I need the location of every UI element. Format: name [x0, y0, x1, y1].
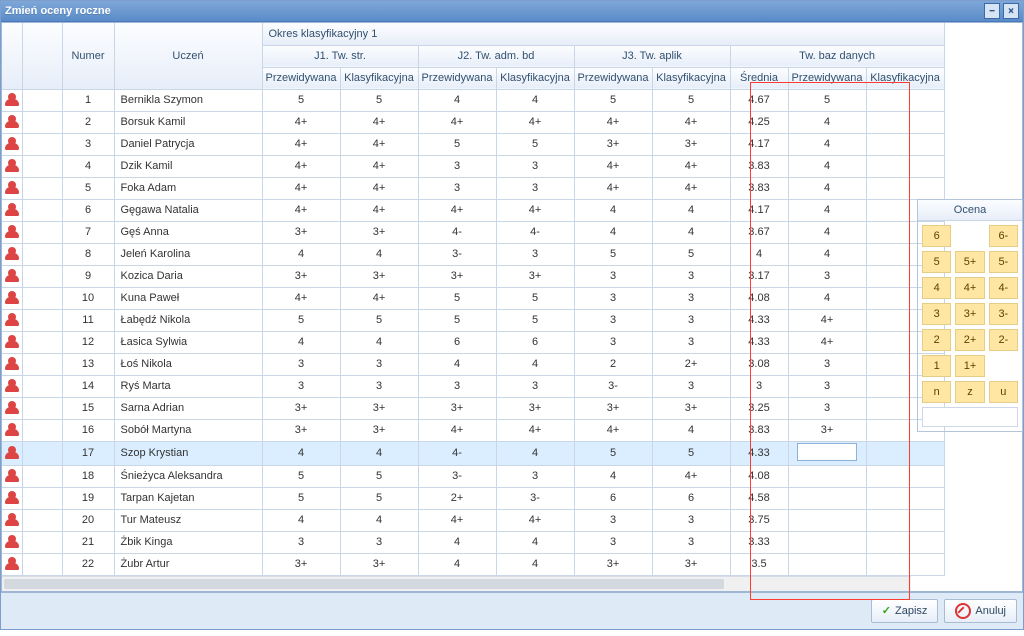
table-row[interactable]: 10Kuna Paweł4+4+55334.084: [2, 287, 944, 309]
student-icon: [5, 92, 19, 106]
student-icon: [5, 224, 19, 238]
cancel-label: Anuluj: [975, 605, 1006, 617]
grade-button[interactable]: 3: [922, 303, 951, 325]
table-row[interactable]: 20Tur Mateusz444+4+333.75: [2, 509, 944, 531]
student-icon: [5, 490, 19, 504]
grade-button[interactable]: 1+: [955, 355, 984, 377]
grade-button[interactable]: 2: [922, 329, 951, 351]
table-row[interactable]: 11Łabędź Nikola5555334.334+: [2, 309, 944, 331]
table-row[interactable]: 12Łasica Sylwia4466334.334+: [2, 331, 944, 353]
window-title: Zmień oceny roczne: [5, 5, 111, 17]
student-icon: [5, 246, 19, 260]
grade-button[interactable]: 2-: [989, 329, 1018, 351]
table-row[interactable]: 17Szop Krystian444-4554.33: [2, 441, 944, 465]
grade-custom-input[interactable]: [922, 407, 1018, 427]
student-icon: [5, 378, 19, 392]
student-icon: [5, 114, 19, 128]
student-icon: [5, 512, 19, 526]
grade-button[interactable]: 6-: [989, 225, 1018, 247]
save-button[interactable]: ✓ Zapisz: [871, 599, 939, 623]
grade-button[interactable]: n: [922, 381, 951, 403]
table-row[interactable]: 2Borsuk Kamil4+4+4+4+4+4+4.254: [2, 111, 944, 133]
close-icon[interactable]: ×: [1003, 3, 1019, 19]
col-srednia[interactable]: Średnia: [730, 67, 788, 89]
grade-picker-title: Ocena: [918, 200, 1022, 221]
table-row[interactable]: 7Gęś Anna3+3+4-4-443.674: [2, 221, 944, 243]
grade-button[interactable]: 5-: [989, 251, 1018, 273]
titlebar: Zmień oceny roczne − ×: [1, 1, 1023, 22]
grades-grid: Numer Uczeń Okres klasyfikacyjny 1 J1. T…: [2, 23, 911, 591]
grade-picker: Ocena 6 6- 55+5- 44+4- 33+3- 22+2- 11+nzu: [917, 199, 1023, 432]
grade-input[interactable]: [797, 443, 857, 461]
table-row[interactable]: 5Foka Adam4+4+334+4+3.834: [2, 177, 944, 199]
grade-button[interactable]: 3+: [955, 303, 984, 325]
cancel-icon: [955, 603, 971, 619]
student-icon: [5, 180, 19, 194]
col-j2k[interactable]: Klasyfikacyjna: [496, 67, 574, 89]
student-icon: [5, 268, 19, 282]
grade-button[interactable]: 5: [922, 251, 951, 273]
student-icon: [5, 534, 19, 548]
table-row[interactable]: 19Tarpan Kajetan552+3-664.58: [2, 487, 944, 509]
student-icon: [5, 158, 19, 172]
col-j1p[interactable]: Przewidywana: [262, 67, 340, 89]
horizontal-scrollbar[interactable]: [2, 576, 911, 591]
student-icon: [5, 334, 19, 348]
grade-button[interactable]: 2+: [955, 329, 984, 351]
table-row[interactable]: 14Ryś Marta33333-333: [2, 375, 944, 397]
grade-button[interactable]: 4-: [989, 277, 1018, 299]
table-row[interactable]: 4Dzik Kamil4+4+334+4+3.834: [2, 155, 944, 177]
grade-button[interactable]: 6: [922, 225, 951, 247]
table-row[interactable]: 18Śnieżyca Aleksandra553-344+4.08: [2, 465, 944, 487]
col-j2p[interactable]: Przewidywana: [418, 67, 496, 89]
student-icon: [5, 400, 19, 414]
col-j3p[interactable]: Przewidywana: [574, 67, 652, 89]
table-row[interactable]: 8Jeleń Karolina443-35544: [2, 243, 944, 265]
cancel-button[interactable]: Anuluj: [944, 599, 1017, 623]
grade-button[interactable]: 1: [922, 355, 951, 377]
col-uczen[interactable]: Uczeń: [114, 23, 262, 89]
student-icon: [5, 136, 19, 150]
table-row[interactable]: 1Bernikla Szymon5544554.675: [2, 89, 944, 111]
student-icon: [5, 312, 19, 326]
table-row[interactable]: 3Daniel Patrycja4+4+553+3+4.174: [2, 133, 944, 155]
col-dbp[interactable]: Przewidywana: [788, 67, 866, 89]
group-j1[interactable]: J1. Tw. str.: [262, 45, 418, 67]
table-row[interactable]: 6Gęgawa Natalia4+4+4+4+444.174: [2, 199, 944, 221]
grade-button[interactable]: 5+: [955, 251, 984, 273]
student-icon: [5, 445, 19, 459]
col-j1k[interactable]: Klasyfikacyjna: [340, 67, 418, 89]
grade-button[interactable]: 4+: [955, 277, 984, 299]
super-header: Okres klasyfikacyjny 1: [262, 23, 944, 45]
grade-button[interactable]: 4: [922, 277, 951, 299]
student-icon: [5, 468, 19, 482]
grade-button[interactable]: u: [989, 381, 1018, 403]
check-icon: ✓: [882, 604, 891, 617]
student-icon: [5, 422, 19, 436]
student-icon: [5, 202, 19, 216]
grade-button[interactable]: z: [955, 381, 984, 403]
table-row[interactable]: 21Żbik Kinga3344333.33: [2, 531, 944, 553]
student-icon: [5, 356, 19, 370]
minimize-icon[interactable]: −: [984, 3, 1000, 19]
table-row[interactable]: 16Sobół Martyna3+3+4+4+4+43.833+: [2, 419, 944, 441]
student-icon: [5, 290, 19, 304]
student-icon: [5, 556, 19, 570]
table-row[interactable]: 9Kozica Daria3+3+3+3+333.173: [2, 265, 944, 287]
footer-bar: ✓ Zapisz Anuluj: [1, 592, 1023, 629]
group-j2[interactable]: J2. Tw. adm. bd: [418, 45, 574, 67]
grade-button[interactable]: 3-: [989, 303, 1018, 325]
save-label: Zapisz: [895, 605, 927, 617]
col-j3k[interactable]: Klasyfikacyjna: [652, 67, 730, 89]
table-row[interactable]: 15Sarna Adrian3+3+3+3+3+3+3.253: [2, 397, 944, 419]
dialog-window: Zmień oceny roczne − ×: [0, 0, 1024, 630]
group-j3[interactable]: J3. Tw. aplik: [574, 45, 730, 67]
col-numer[interactable]: Numer: [62, 23, 114, 89]
table-row[interactable]: 22Żubr Artur3+3+443+3+3.5: [2, 553, 944, 575]
table-row[interactable]: 13Łoś Nikola334422+3.083: [2, 353, 944, 375]
